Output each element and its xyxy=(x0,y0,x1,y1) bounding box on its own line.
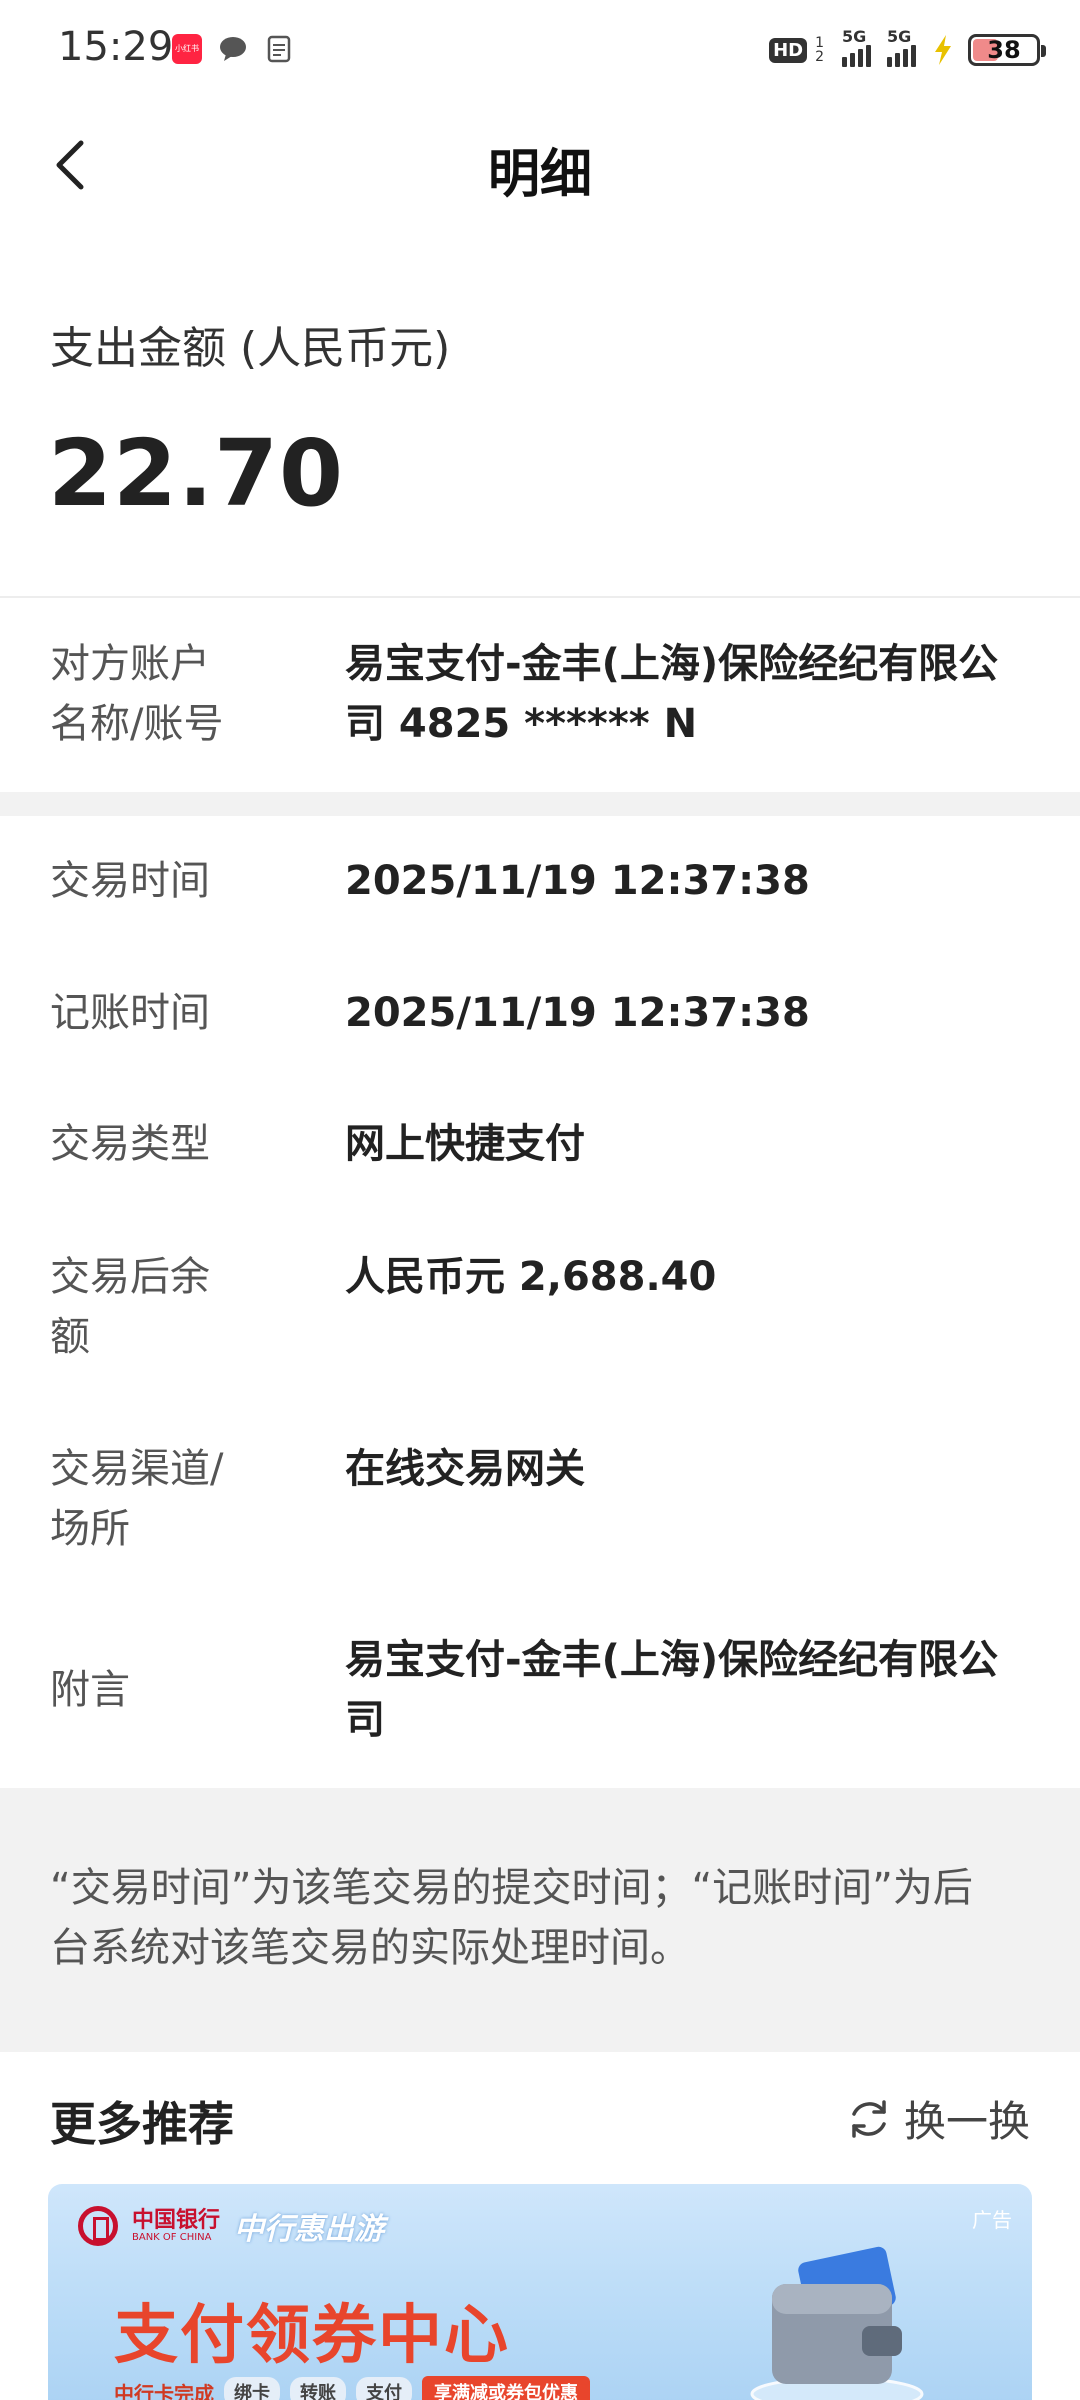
detail-value: 2025/11/19 12:37:38 xyxy=(345,858,810,904)
bank-name-en: BANK OF CHINA xyxy=(132,2231,212,2243)
promo-banner[interactable]: 中国银行 BANK OF CHINA 中行惠出游 广告 支付领券中心 中行卡完成… xyxy=(48,2184,1032,2400)
detail-row-trade-time: 交易时间 2025/11/19 12:37:38 xyxy=(50,851,1040,911)
status-right-cluster: HD 1 2 5G 5G 38 xyxy=(769,27,1046,70)
refresh-button[interactable]: 换一换 xyxy=(846,2088,1030,2149)
detail-label: 交易时间 xyxy=(50,858,210,904)
status-time: 15:29 xyxy=(58,24,174,70)
counterparty-label: 对方账户 名称/账号 xyxy=(50,641,224,747)
signal-sim1-icon: 5G xyxy=(842,27,871,67)
detail-row-remark: 附言 易宝支付-金丰(上海)保险经纪有限公 司 xyxy=(50,1630,1040,1750)
detail-row-channel: 交易渠道/ 场所 在线交易网关 xyxy=(50,1439,1040,1559)
more-recommend-title: 更多推荐 xyxy=(50,2097,234,2151)
amount-label: 支出金额 (人民币元) xyxy=(50,323,451,374)
counterparty-row: 对方账户 名称/账号 易宝支付-金丰(上海)保险经纪有限公 司 4825 ***… xyxy=(50,634,1040,754)
signal-sim2-icon: 5G xyxy=(887,27,916,67)
bank-logo-row: 中国银行 BANK OF CHINA 中行惠出游 xyxy=(78,2204,384,2248)
detail-row-posting-time: 记账时间 2025/11/19 12:37:38 xyxy=(50,983,1040,1043)
detail-row-balance: 交易后余 额 人民币元 2,688.40 xyxy=(50,1247,1040,1367)
promo-chip: 享满减或券包优惠 xyxy=(422,2376,590,2400)
amount-value: 22.70 xyxy=(48,420,345,527)
banner-title: 支付领券中心 xyxy=(114,2299,510,2373)
detail-value: 网上快捷支付 xyxy=(345,1121,585,1167)
chip-pay: 支付 xyxy=(356,2377,412,2400)
bank-name: 中国银行 xyxy=(132,2207,221,2233)
document-icon xyxy=(267,35,291,63)
hd-voice-badge: HD xyxy=(769,37,808,63)
bank-of-china-logo-icon xyxy=(78,2206,118,2246)
banner-slogan: 中行惠出游 xyxy=(234,2212,385,2247)
transaction-detail-page: 15:29 小红书 HD 1 2 5G 5G 38 明细 支出金额 (人民币元)… xyxy=(0,0,1080,2400)
detail-label: 记账时间 xyxy=(50,990,210,1036)
wallet-icon xyxy=(750,2246,924,2400)
detail-label: 交易类型 xyxy=(50,1121,210,1167)
note-text: “交易时间”为该笔交易的提交时间；“记账时间”为后 台系统对该笔交易的实际处理时… xyxy=(50,1865,973,1971)
detail-label: 交易渠道/ 场所 xyxy=(50,1446,224,1552)
detail-value: 2025/11/19 12:37:38 xyxy=(345,990,810,1036)
detail-value: 易宝支付-金丰(上海)保险经纪有限公 司 xyxy=(345,1637,999,1743)
counterparty-value[interactable]: 易宝支付-金丰(上海)保险经纪有限公 司 4825 ****** N xyxy=(345,634,1040,754)
page-title: 明细 xyxy=(487,145,592,205)
detail-label: 附言 xyxy=(50,1667,130,1713)
chip-transfer: 转账 xyxy=(290,2377,346,2400)
redbook-app-icon: 小红书 xyxy=(172,34,202,64)
detail-value: 在线交易网关 xyxy=(345,1446,585,1492)
battery-icon: 38 xyxy=(968,34,1046,66)
chip-bind-card: 绑卡 xyxy=(224,2377,280,2400)
ad-tag: 广告 xyxy=(972,2208,1012,2232)
detail-label: 交易后余 额 xyxy=(50,1254,210,1360)
banner-subline: 中行卡完成 绑卡 转账 支付 享满减或券包优惠 xyxy=(114,2376,590,2400)
detail-value: 人民币元 2,688.40 xyxy=(345,1254,717,1300)
hd-sim-index: 1 2 xyxy=(815,35,824,65)
status-bar: 15:29 小红书 HD 1 2 5G 5G 38 xyxy=(0,0,1080,100)
chat-bubble-icon xyxy=(220,37,246,61)
section-separator xyxy=(0,792,1080,816)
divider xyxy=(0,596,1080,598)
detail-row-trade-type: 交易类型 网上快捷支付 xyxy=(50,1114,1040,1174)
charging-bolt-icon xyxy=(935,35,951,65)
refresh-icon xyxy=(852,2099,886,2138)
app-header: 明细 xyxy=(0,110,1080,220)
refresh-label: 换一换 xyxy=(903,2097,1030,2146)
